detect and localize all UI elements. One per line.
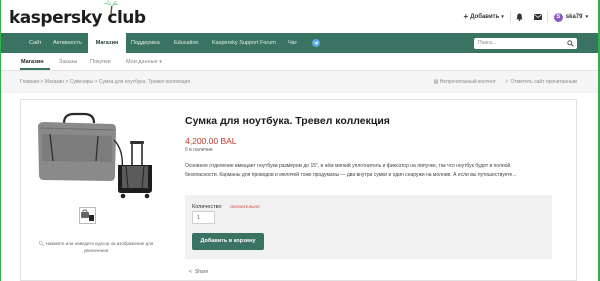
share-icon: <: [189, 269, 192, 275]
notifications-button[interactable]: [511, 13, 529, 21]
add-to-cart-button[interactable]: Добавить в корзину: [192, 233, 264, 250]
telegram-icon[interactable]: [312, 39, 320, 47]
mark-read-label: Отметить сайт прочитанным: [510, 79, 577, 85]
quantity-label: Количество: [192, 204, 222, 210]
unread-content-link[interactable]: ▤ Непрочитанный контент: [434, 79, 496, 85]
add-content-label: Добавить: [470, 14, 500, 20]
search-icon[interactable]: [567, 40, 574, 47]
username: ska79: [565, 14, 583, 20]
list-icon: ▤: [433, 79, 439, 85]
logo-text: kaspersky club: [9, 8, 146, 28]
product-price: 4,200.00 BAL: [185, 136, 237, 146]
subnav-item-purchases[interactable]: Покупки: [90, 53, 111, 71]
share-link[interactable]: < Share: [189, 269, 208, 275]
nav-item-education[interactable]: Education: [174, 33, 198, 53]
product-description: Основное отделение вмещает ноутбуки разм…: [185, 162, 565, 180]
share-label: Share: [194, 269, 209, 275]
plus-icon: +: [463, 12, 469, 21]
subnav-item-my-details[interactable]: Мои данные ▾: [126, 53, 162, 71]
nav-item-chat[interactable]: Чат: [288, 33, 297, 53]
nav-item-activity[interactable]: Активность: [53, 33, 82, 53]
nav-item-kaspersky-forum[interactable]: Kaspersky Support Forum: [212, 33, 276, 53]
check-icon: ✓: [504, 79, 510, 85]
image-zoom-hint-text: Нажмите или наведите курсор на изображен…: [45, 241, 154, 253]
caret-down-icon: ▾: [585, 14, 588, 20]
quantity-input[interactable]: 1: [192, 211, 215, 224]
subnav-my-details-label: Мои данные: [126, 59, 158, 65]
zoom-icon: 🔍︎: [38, 241, 45, 246]
main-nav: Сайт Активность Магазин Поддержка Educat…: [0, 33, 600, 53]
stock-status: 6 в наличии: [185, 147, 213, 153]
product-thumbnail-image: [81, 209, 94, 221]
product-main-image[interactable]: [36, 110, 156, 205]
breadcrumb-bar: Главная > Магазин > Сувениры > Сумка для…: [0, 71, 600, 93]
product-title: Сумка для ноутбука. Тревел коллекция: [185, 115, 390, 127]
nav-item-store[interactable]: Магазин: [88, 33, 126, 53]
sub-nav: Магазин Заказы Покупки Мои данные ▾: [0, 53, 600, 71]
product-description-line: Основное отделение вмещает ноутбуки разм…: [185, 163, 511, 169]
bell-icon: [516, 13, 523, 21]
nav-item-support[interactable]: Поддержка: [131, 33, 160, 53]
product-description-line: безопасности. Карманы для проводов и мел…: [185, 172, 517, 178]
unread-content-label: Непрочитанный контент: [439, 79, 496, 85]
messages-button[interactable]: [529, 14, 547, 20]
image-zoom-hint: 🔍︎ Нажмите или наведите курсор на изобра…: [31, 240, 161, 254]
caret-down-icon: ▾: [501, 14, 504, 20]
envelope-icon: [533, 14, 542, 20]
header-actions: + Добавить ▾ S ska79 ▾: [458, 10, 588, 24]
site-header: kaspersky club + Добавить ▾ S ska79 ▾: [0, 0, 600, 33]
add-content-button[interactable]: + Добавить ▾: [458, 13, 510, 21]
site-logo[interactable]: kaspersky club: [9, 0, 146, 28]
nav-item-site[interactable]: Сайт: [29, 33, 42, 53]
avatar: S: [553, 12, 563, 22]
breadcrumb[interactable]: Главная > Магазин > Сувениры > Сумка для…: [20, 79, 190, 85]
user-menu[interactable]: S ska79 ▾: [548, 12, 588, 22]
window-frame-left: [0, 0, 1, 281]
required-badge: ОБЯЗАТЕЛЬНО: [230, 204, 260, 209]
search-placeholder: Поиск...: [478, 40, 497, 46]
breadcrumb-actions: ▤ Непрочитанный контент ✓ Отметить сайт …: [434, 79, 577, 85]
caret-down-icon: ▾: [159, 59, 162, 65]
search-input[interactable]: Поиск...: [474, 38, 577, 49]
mark-read-link[interactable]: ✓ Отметить сайт прочитанным: [505, 79, 577, 85]
product-thumbnail[interactable]: [79, 207, 96, 224]
active-tab-indicator: [20, 68, 50, 70]
palm-tree-icon: [103, 0, 119, 14]
subnav-item-orders[interactable]: Заказы: [59, 53, 77, 71]
purchase-box: Количество ОБЯЗАТЕЛЬНО 1 Добавить в корз…: [185, 195, 552, 259]
product-card: 🔍︎ Нажмите или наведите курсор на изобра…: [20, 99, 577, 281]
